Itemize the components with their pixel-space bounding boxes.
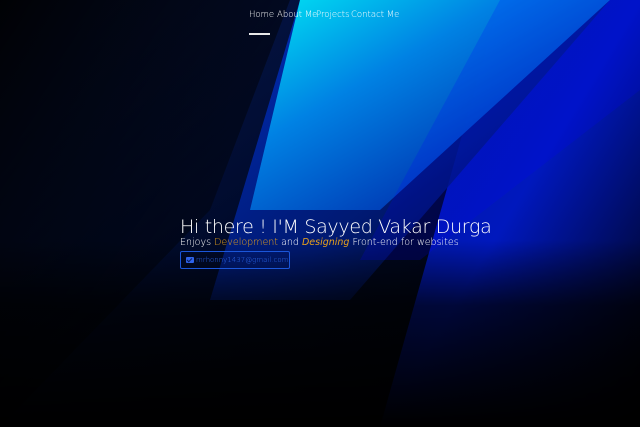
- top-nav: Home About Me Projects Contact Me: [0, 9, 640, 35]
- nav-projects[interactable]: Projects: [316, 9, 350, 21]
- background-gradient: [0, 0, 640, 427]
- mail-icon: [186, 257, 194, 263]
- subtitle-prefix: Enjoys: [180, 236, 215, 248]
- nav-home[interactable]: Home: [249, 9, 274, 21]
- designing-highlight: Designing: [301, 236, 350, 248]
- active-nav-underline: [249, 33, 270, 35]
- hero-title: Hi there ! I'M Sayyed Vakar Durga: [180, 215, 492, 238]
- hero-subtitle: Enjoys Development and Designing Front-e…: [180, 237, 459, 249]
- subtitle-middle: and: [278, 236, 302, 248]
- nav-about-me[interactable]: About Me: [277, 9, 317, 21]
- nav-contact-me[interactable]: Contact Me: [351, 9, 399, 21]
- development-highlight: Development: [214, 236, 279, 248]
- email-button[interactable]: mrhonny1437@gmail.com: [180, 251, 290, 269]
- email-address: mrhonny1437@gmail.com: [196, 256, 289, 264]
- subtitle-suffix: Front-end for websites: [349, 236, 459, 248]
- landing-page: Home About Me Projects Contact Me Hi the…: [0, 0, 640, 427]
